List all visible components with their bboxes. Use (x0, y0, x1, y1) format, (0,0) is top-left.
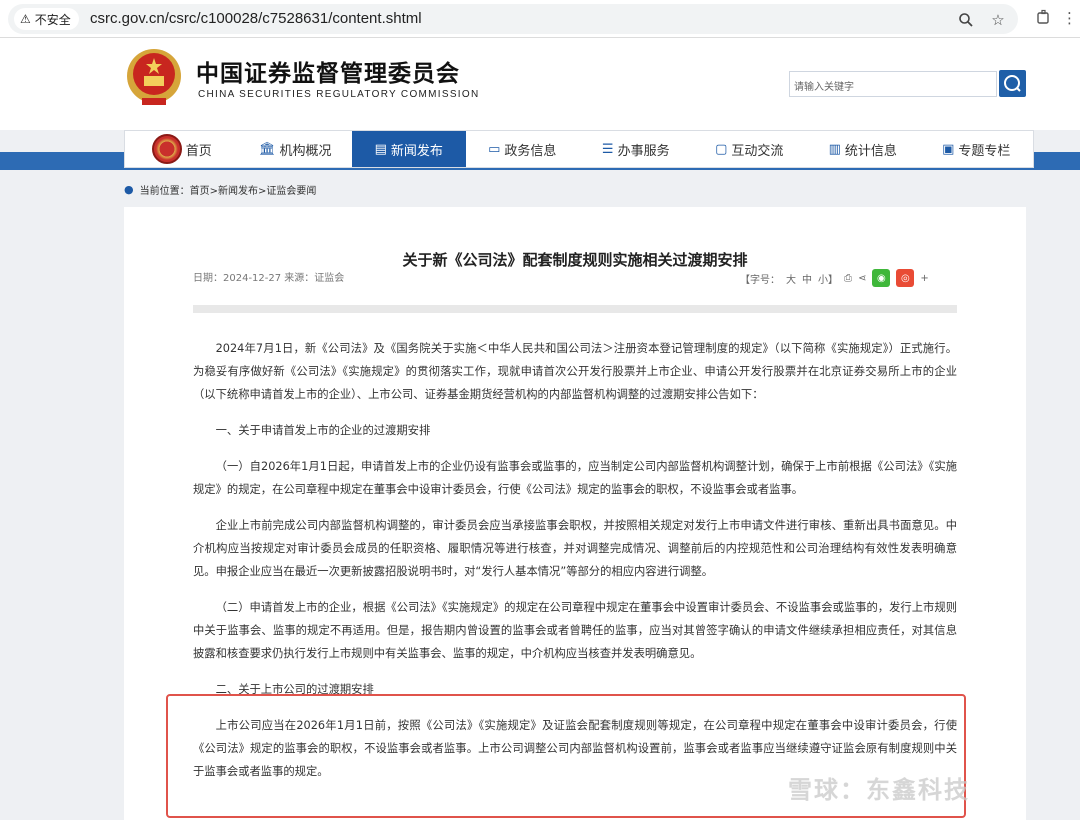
security-label: 不安全 (34, 12, 71, 27)
search-button[interactable] (999, 70, 1026, 97)
main-nav: 首页 🏛 机构概况 ▤ 新闻发布 ▭ 政务信息 ☰ 办事服务 ▢ 互动交流 ▥ … (124, 130, 1034, 168)
nav-item-label: 新闻发布 (390, 143, 443, 159)
weibo-share-icon[interactable]: ◎ (896, 269, 915, 287)
nav-item-topics[interactable]: ▣ 专题专栏 (920, 131, 1034, 167)
url-text[interactable]: csrc.gov.cn/csrc/c100028/c7528631/conten… (90, 10, 422, 27)
nav-item-home[interactable]: 首页 (125, 131, 239, 167)
paragraph: （二）申请首发上市的企业，根据《公司法》《实施规定》的规定在公司章程中规定在董事… (193, 601, 957, 660)
national-emblem-icon (127, 49, 181, 105)
chat-icon: ▢ (715, 141, 728, 157)
nav-item-services[interactable]: ☰ 办事服务 (579, 131, 693, 167)
font-size-large-button[interactable]: 大 (786, 271, 796, 286)
monitor-icon: ▭ (488, 141, 501, 157)
font-size-label: 【字号： (740, 274, 780, 286)
more-share-button[interactable]: + (920, 273, 928, 284)
address-bar[interactable]: ⚠ 不安全 csrc.gov.cn/csrc/c100028/c7528631/… (8, 4, 1018, 34)
paragraph: 企业上市前完成公司内部监督机构调整的，审计委员会应当承接监事会职权，并按照相关规… (193, 519, 957, 578)
breadcrumb: ● 当前位置： 首页>新闻发布>证监会要闻 (124, 182, 316, 197)
warning-icon: ⚠ (20, 12, 31, 26)
section-heading: 一、关于申请首发上市的企业的过渡期安排 (215, 424, 431, 437)
nav-item-government-info[interactable]: ▭ 政务信息 (466, 131, 580, 167)
paragraph: （一）自2026年1月1日起，申请首发上市的企业仍设有监事会或监事的，应当制定公… (193, 460, 957, 496)
breadcrumb-label: 当前位置： (139, 186, 190, 197)
extensions-icon[interactable] (1034, 9, 1054, 29)
building-icon: 🏛 (258, 141, 276, 157)
print-icon[interactable]: ⎙ (844, 273, 852, 284)
nav-item-label: 互动交流 (731, 143, 784, 159)
search-input[interactable]: 请输入关键字 (789, 71, 997, 97)
nav-item-label: 机构概况 (279, 143, 332, 159)
site-header: 中国证券监督管理委员会 CHINA SECURITIES REGULATORY … (0, 38, 1080, 130)
nav-item-statistics[interactable]: ▥ 统计信息 (806, 131, 920, 167)
search-icon (1004, 75, 1021, 92)
article-title: 关于新《公司法》配套制度规则实施相关过渡期安排 (402, 251, 748, 269)
zoom-icon[interactable] (956, 10, 976, 30)
share-icon[interactable]: ⋖ (858, 273, 866, 284)
home-emblem-icon (151, 134, 182, 164)
wechat-share-icon[interactable]: ◉ (872, 269, 891, 287)
font-size-medium-button[interactable]: 中 (802, 271, 812, 286)
nav-item-label: 政务信息 (504, 143, 557, 159)
font-size-small-button[interactable]: 小】 (818, 271, 838, 286)
browser-toolbar: ⚠ 不安全 csrc.gov.cn/csrc/c100028/c7528631/… (0, 0, 1080, 38)
bookmark-star-icon[interactable]: ☆ (988, 10, 1008, 30)
nav-item-label: 首页 (185, 143, 212, 159)
nav-item-interaction[interactable]: ▢ 互动交流 (693, 131, 807, 167)
breadcrumb-path[interactable]: 首页>新闻发布>证监会要闻 (190, 182, 317, 197)
article-tools: 【字号： 大 中 小】 ⎙ ⋖ ◉ ◎ + (740, 269, 935, 287)
list-icon: ☰ (601, 141, 614, 157)
security-indicator[interactable]: ⚠ 不安全 (14, 8, 79, 30)
title-divider (193, 305, 957, 313)
nav-item-label: 办事服务 (617, 143, 670, 159)
bar-chart-icon: ▥ (828, 141, 841, 157)
document-icon: ▣ (942, 141, 955, 157)
nav-item-about[interactable]: 🏛 机构概况 (239, 131, 353, 167)
nav-item-label: 专题专栏 (958, 143, 1011, 159)
site-title[interactable]: 中国证券监督管理委员会 (196, 54, 460, 88)
paragraph: 2024年7月1日，新《公司法》及《国务院关于实施＜中华人民共和国公司法＞注册资… (193, 342, 957, 401)
watermark-text: 雪球：东鑫科技 (788, 776, 970, 804)
browser-menu-icon[interactable]: ⋮ (1062, 9, 1077, 29)
nav-item-news[interactable]: ▤ 新闻发布 (352, 131, 466, 167)
article-meta: 日期：2024-12-27 来源：证监会 (193, 273, 345, 284)
site-subtitle: CHINA SECURITIES REGULATORY COMMISSION (198, 89, 480, 100)
nav-item-label: 统计信息 (844, 143, 897, 159)
news-icon: ▤ (374, 141, 387, 157)
location-pin-icon: ● (124, 183, 134, 196)
